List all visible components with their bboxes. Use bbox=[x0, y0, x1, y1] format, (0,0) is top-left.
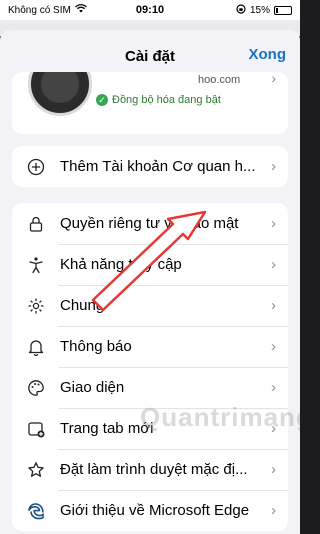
settings-item-general[interactable]: Chung › bbox=[12, 285, 288, 326]
settings-item-label: Trang tab mới bbox=[60, 420, 154, 437]
plus-circle-icon bbox=[26, 157, 46, 177]
done-button[interactable]: Xong bbox=[249, 46, 287, 63]
add-work-account-row[interactable]: Thêm Tài khoản Cơ quan h... › bbox=[12, 146, 288, 187]
chevron-right-icon: › bbox=[271, 338, 276, 355]
settings-item-privacy[interactable]: Quyền riêng tư và bảo mật › bbox=[12, 203, 288, 244]
sync-status-label: Đồng bộ hóa đang bật bbox=[112, 94, 221, 106]
wifi-icon bbox=[74, 4, 87, 16]
settings-sheet: Cài đặt Xong hoo.com ✓ Đồng bộ hóa đang … bbox=[0, 30, 300, 534]
add-work-account-label: Thêm Tài khoản Cơ quan h... bbox=[60, 158, 256, 175]
palette-icon bbox=[26, 378, 46, 398]
orientation-lock-icon bbox=[236, 3, 246, 17]
chevron-right-icon: › bbox=[271, 158, 276, 175]
check-icon: ✓ bbox=[96, 94, 108, 106]
chevron-right-icon: › bbox=[271, 256, 276, 273]
battery-icon bbox=[274, 5, 292, 15]
chevron-right-icon: › bbox=[271, 215, 276, 232]
edge-logo-icon bbox=[26, 501, 46, 521]
settings-item-label: Giao diện bbox=[60, 379, 125, 396]
settings-item-label: Quyền riêng tư và bảo mật bbox=[60, 215, 239, 232]
star-icon bbox=[26, 460, 46, 480]
chevron-right-icon: › bbox=[271, 420, 276, 437]
new-tab-icon bbox=[26, 419, 46, 439]
avatar bbox=[28, 72, 92, 116]
sync-status: ✓ Đồng bộ hóa đang bật bbox=[96, 94, 221, 106]
chevron-right-icon: › bbox=[271, 379, 276, 396]
status-time: 09:10 bbox=[135, 4, 165, 16]
settings-item-default-browser[interactable]: Đặt làm trình duyệt mặc đị... › bbox=[12, 449, 288, 490]
account-card[interactable]: hoo.com ✓ Đồng bộ hóa đang bật › bbox=[12, 72, 288, 134]
accessibility-icon bbox=[26, 255, 46, 275]
account-email: hoo.com bbox=[198, 74, 241, 86]
battery-percent: 15% bbox=[249, 4, 270, 16]
settings-item-about-edge[interactable]: Giới thiệu về Microsoft Edge › bbox=[12, 490, 288, 531]
settings-item-label: Giới thiệu về Microsoft Edge bbox=[60, 502, 250, 519]
settings-item-appearance[interactable]: Giao diện › bbox=[12, 367, 288, 408]
settings-item-label: Thông báo bbox=[60, 338, 132, 355]
settings-item-label: Đặt làm trình duyệt mặc đị... bbox=[60, 461, 248, 478]
settings-item-notifications[interactable]: Thông báo › bbox=[12, 326, 288, 367]
settings-item-label: Khả năng truy cập bbox=[60, 256, 182, 273]
settings-item-new-tab[interactable]: Trang tab mới › bbox=[12, 408, 288, 449]
chevron-right-icon: › bbox=[271, 502, 276, 519]
add-account-card: Thêm Tài khoản Cơ quan h... › bbox=[12, 146, 288, 187]
settings-list: Quyền riêng tư và bảo mật › Khả năng tru… bbox=[12, 203, 288, 531]
chevron-right-icon: › bbox=[271, 461, 276, 478]
lock-icon bbox=[26, 214, 46, 234]
carrier-text: Không có SIM bbox=[8, 4, 71, 16]
chevron-right-icon: › bbox=[271, 297, 276, 314]
gear-icon bbox=[26, 296, 46, 316]
chevron-right-icon: › bbox=[271, 72, 276, 86]
sheet-title: Cài đặt bbox=[124, 47, 175, 65]
bell-icon bbox=[26, 337, 46, 357]
settings-item-accessibility[interactable]: Khả năng truy cập › bbox=[12, 244, 288, 285]
settings-item-label: Chung bbox=[60, 297, 105, 314]
status-bar: Không có SIM 09:10 15% bbox=[0, 0, 300, 20]
